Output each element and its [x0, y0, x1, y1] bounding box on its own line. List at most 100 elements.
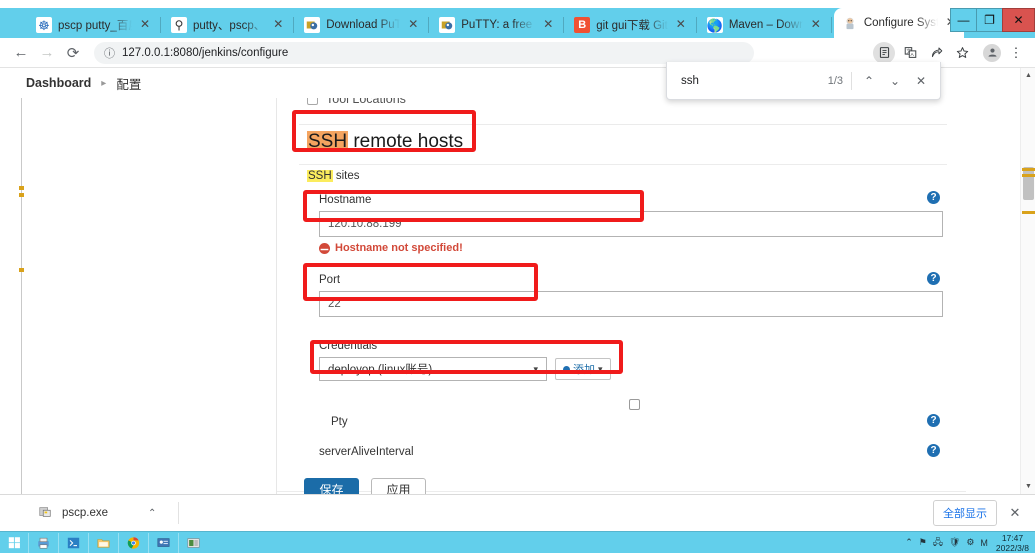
address-bar[interactable]: ⓘ 127.0.0.1:8080/jenkins/configure	[94, 41, 754, 64]
pty-label: Pty	[331, 416, 348, 428]
scroll-up-arrow-icon[interactable]: ▲	[1021, 68, 1035, 83]
show-all-downloads-button[interactable]: 全部显示	[933, 500, 997, 526]
scrollbar-find-mark	[1022, 168, 1035, 171]
taskbar-terminal-icon[interactable]	[58, 532, 88, 553]
system-tray: ⌃ ⚑ 🖧 🛡 ⚙ M 17:47 2022/3/8	[905, 533, 1035, 553]
toolbar-icon-group: 文A ⋮	[873, 41, 1027, 64]
tray-expand-chevron-icon[interactable]: ⌃	[905, 537, 913, 548]
breadcrumb-current[interactable]: 配置	[116, 74, 141, 93]
server-alive-help-icon[interactable]: ?	[927, 444, 940, 457]
port-input[interactable]: 22	[319, 291, 943, 317]
tab-title: putty、pscp、	[193, 20, 266, 32]
tab-close-icon[interactable]: ✕	[406, 18, 420, 32]
hostname-error: ⚊ Hostname not specified!	[319, 242, 463, 254]
hostname-help-icon[interactable]: ?	[927, 191, 940, 204]
add-icon	[563, 365, 570, 373]
tab-close-icon[interactable]: ✕	[809, 18, 823, 32]
credentials-select[interactable]: deployop (linux账号) ▾	[319, 357, 547, 381]
add-credentials-button[interactable]: 添加 ▾	[555, 358, 611, 380]
bookmark-star-icon[interactable]	[951, 42, 973, 64]
tray-network-icon[interactable]: 🖧	[933, 535, 943, 551]
browser-tab-2[interactable]: ⚲ putty、pscp、 ✕	[163, 12, 291, 38]
back-button[interactable]: ←	[8, 40, 34, 66]
save-button[interactable]: 保存	[304, 478, 359, 494]
pty-checkbox[interactable]	[629, 399, 640, 410]
find-match-count: 1/3	[827, 74, 843, 87]
taskbar-remote-desktop-icon[interactable]	[148, 532, 178, 553]
tab-separator	[428, 17, 430, 33]
shelf-right-group: 全部显示 ✕	[933, 500, 1025, 526]
scrollbar-thumb[interactable]	[1023, 167, 1034, 200]
find-input[interactable]: ssh	[681, 75, 828, 87]
port-label: Port	[319, 274, 341, 286]
tray-flag-icon[interactable]: ⚑	[919, 537, 927, 548]
form-buttons: 保存 应用	[304, 478, 426, 494]
section-title-ssh-remote-hosts: SSH remote hosts	[307, 131, 463, 153]
find-next-icon[interactable]: ⌄	[882, 68, 908, 94]
breadcrumb-dashboard[interactable]: Dashboard	[26, 76, 91, 90]
taskbar-clock[interactable]: 17:47 2022/3/8	[994, 533, 1029, 553]
profile-avatar[interactable]	[983, 43, 1001, 62]
taskbar-printer-icon[interactable]	[28, 532, 58, 553]
browser-menu-icon[interactable]: ⋮	[1005, 42, 1027, 64]
apply-button[interactable]: 应用	[371, 478, 426, 494]
configure-form: Tool Locations SSH remote hosts SSH site…	[276, 98, 966, 494]
browser-tab-7-active[interactable]: Configure Syst ✕	[833, 8, 964, 38]
find-match-active: SSH	[307, 131, 349, 152]
left-find-mark	[19, 268, 24, 272]
browser-tab-1[interactable]: ☸ pscp putty_百度 ✕	[28, 12, 158, 38]
close-window-button[interactable]: ✕	[1002, 8, 1035, 32]
section-title-rest: remote hosts	[348, 131, 464, 152]
tab-close-icon[interactable]: ✕	[541, 18, 555, 32]
left-find-mark	[19, 193, 24, 197]
chevron-down-icon: ▾	[598, 363, 603, 374]
reload-button[interactable]: ⟳	[60, 40, 86, 66]
download-item-pscp[interactable]: pscp.exe ⌃	[30, 500, 164, 526]
puzzle-icon: ☸	[36, 17, 52, 33]
tray-shield-icon[interactable]: 🛡	[949, 537, 960, 548]
translate-icon[interactable]: 文A	[899, 42, 921, 64]
credentials-row: deployop (linux账号) ▾ 添加 ▾	[319, 357, 611, 381]
tab-close-icon[interactable]: ✕	[138, 18, 152, 32]
minimize-button[interactable]: —	[950, 8, 976, 32]
port-help-icon[interactable]: ?	[927, 272, 940, 285]
find-prev-icon[interactable]: ⌃	[856, 68, 882, 94]
taskbar-explorer-icon[interactable]	[88, 532, 118, 553]
tab-strip: ☸ pscp putty_百度 ✕ ⚲ putty、pscp、 ✕ Downlo…	[0, 8, 1035, 38]
forward-button[interactable]: →	[34, 40, 60, 66]
title-rule-divider	[299, 164, 947, 165]
tray-app-icon[interactable]: M	[980, 538, 988, 548]
tool-locations-checkbox[interactable]	[307, 98, 318, 105]
find-close-icon[interactable]: ✕	[908, 68, 934, 94]
browser-tab-4[interactable]: PuTTY: a free S ✕	[431, 12, 561, 38]
share-icon[interactable]	[925, 42, 947, 64]
start-button[interactable]	[0, 532, 28, 553]
tab-close-icon[interactable]: ✕	[674, 18, 688, 32]
maximize-button[interactable]: ❐	[976, 8, 1002, 32]
tab-separator	[695, 17, 697, 33]
scroll-down-arrow-icon[interactable]: ▼	[1021, 479, 1035, 494]
info-icon[interactable]: ⓘ	[104, 45, 115, 61]
hostname-input[interactable]: 120.10.88.199	[319, 211, 943, 237]
hostname-label: Hostname	[319, 194, 372, 206]
browser-tab-6[interactable]: 🌎 Maven – Down ✕	[699, 12, 829, 38]
taskbar-chrome-icon[interactable]	[118, 532, 148, 553]
browser-tab-5[interactable]: B git gui下载 Git ✕	[566, 12, 694, 38]
exe-file-icon	[38, 505, 52, 522]
tray-settings-icon[interactable]: ⚙	[966, 537, 974, 548]
download-file-name: pscp.exe	[62, 507, 109, 519]
shelf-close-icon[interactable]: ✕	[1005, 505, 1025, 521]
taskbar-media-icon[interactable]	[178, 532, 208, 553]
putty-icon: ⚲	[171, 17, 187, 33]
browser-tab-3[interactable]: Download PuT ✕	[296, 12, 426, 38]
tool-locations-row[interactable]: Tool Locations	[307, 98, 406, 106]
download-expand-chevron-icon[interactable]: ⌃	[148, 508, 156, 519]
error-icon: ⚊	[319, 241, 330, 254]
clock-time: 17:47	[1001, 532, 1024, 543]
page-scrollbar[interactable]: ▲ ▼	[1020, 68, 1035, 494]
find-match: SSH	[307, 170, 333, 182]
tab-close-icon[interactable]: ✕	[271, 18, 285, 32]
pty-help-icon[interactable]: ?	[927, 414, 940, 427]
reader-mode-icon[interactable]	[873, 41, 895, 64]
left-find-mark	[19, 186, 24, 190]
